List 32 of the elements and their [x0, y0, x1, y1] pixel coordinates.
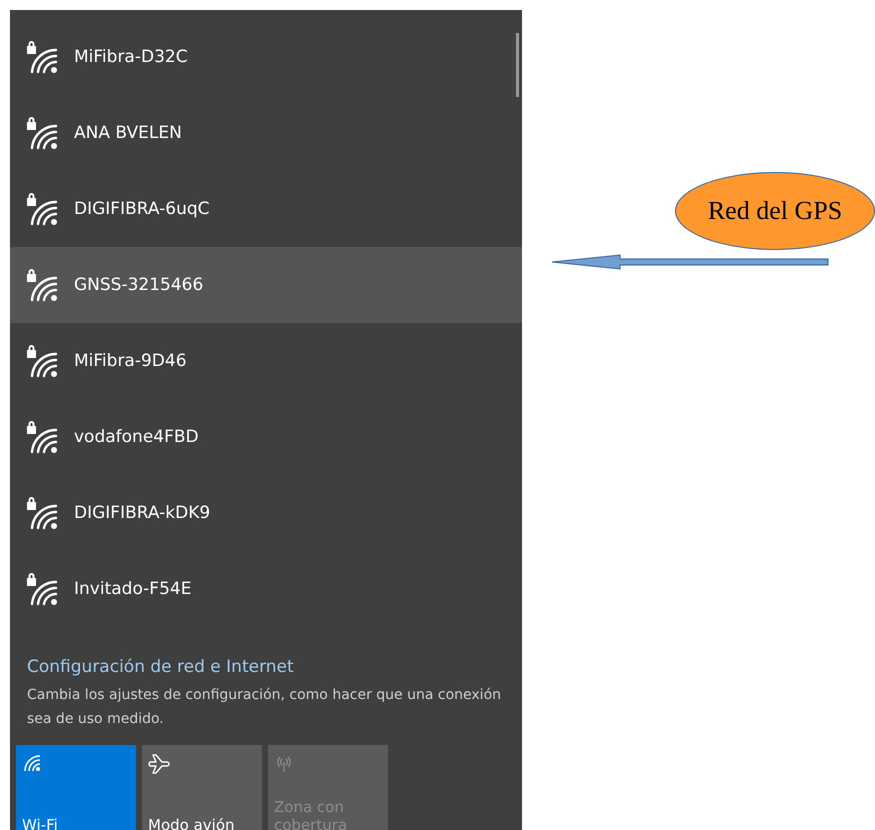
wifi-lock-icon [26, 496, 60, 530]
callout-label: Red del GPS [708, 196, 842, 226]
network-item[interactable]: vodafone4FBD [10, 399, 522, 475]
wifi-icon [22, 753, 42, 773]
network-item[interactable]: MiFibra-9D46 [10, 323, 522, 399]
wifi-lock-icon [26, 40, 60, 74]
wifi-lock-icon [26, 192, 60, 226]
wifi-lock-icon [26, 344, 60, 378]
network-item[interactable]: DIGIFIBRA-6uqC [10, 171, 522, 247]
wifi-lock-icon [26, 116, 60, 150]
network-name: MiFibra-D32C [74, 47, 188, 67]
network-item[interactable]: GNSS-3215466 [10, 247, 522, 323]
network-name: MiFibra-9D46 [74, 351, 187, 371]
network-item[interactable]: DIGIFIBRA-kDK9 [10, 475, 522, 551]
scrollbar-thumb[interactable] [516, 33, 519, 97]
network-item[interactable]: Invitado-F54E [10, 551, 522, 627]
quick-action-tile[interactable]: Wi-Fi [16, 745, 136, 830]
network-name: Invitado-F54E [74, 579, 192, 599]
network-name: GNSS-3215466 [74, 275, 204, 295]
network-item[interactable]: MiFibra-D32C [10, 19, 522, 95]
network-name: ANA BVELEN [74, 123, 182, 143]
wifi-lock-icon [26, 420, 60, 454]
network-name: vodafone4FBD [74, 427, 199, 447]
settings-link[interactable]: Configuración de red e Internet [27, 657, 506, 677]
settings-description: Cambia los ajustes de configuración, como hacer que una conexión sea de uso medido. [27, 686, 502, 729]
airplane-icon [148, 753, 170, 775]
wifi-lock-icon [26, 572, 60, 606]
quick-action-tile[interactable]: Modo avión [142, 745, 262, 830]
network-name: DIGIFIBRA-6uqC [74, 199, 210, 219]
wifi-lock-icon [26, 268, 60, 302]
network-name: DIGIFIBRA-kDK9 [74, 503, 210, 523]
network-item[interactable]: ANA BVELEN [10, 95, 522, 171]
